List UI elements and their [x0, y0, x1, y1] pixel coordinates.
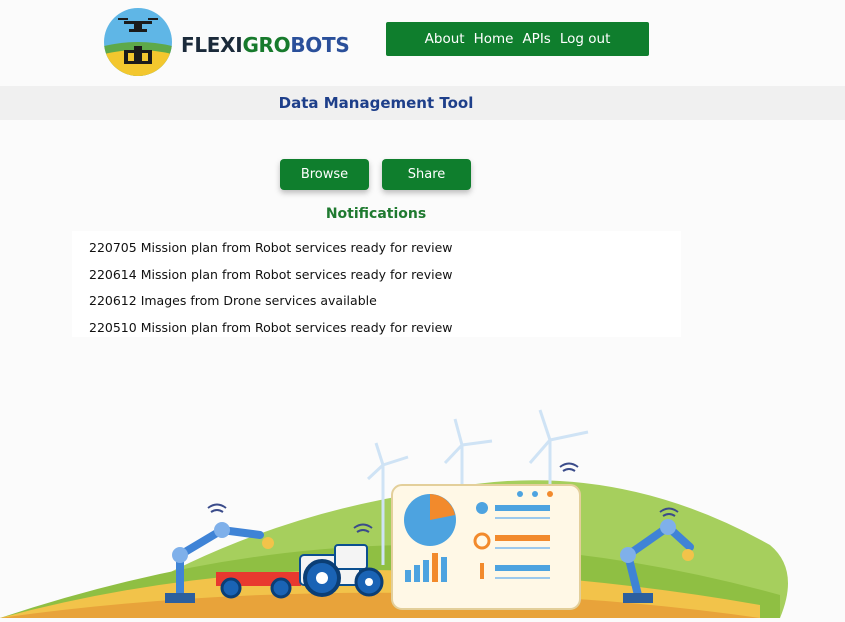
page-title: Data Management Tool — [278, 94, 474, 112]
notifications-list: 220705 Mission plan from Robot services … — [72, 231, 681, 341]
smart-farm-illustration — [0, 395, 845, 618]
brand-name: FLEXIGROBOTS — [181, 33, 350, 57]
nav-about-link[interactable]: About — [425, 31, 465, 47]
nav-logout-link[interactable]: Log out — [560, 31, 611, 47]
nav-home-link[interactable]: Home — [474, 31, 514, 47]
brand-part-flexi: FLEXI — [181, 33, 243, 57]
notifications-heading: Notifications — [325, 206, 427, 222]
brand-part-bots: BOTS — [290, 33, 350, 57]
notification-item: 220510 Mission plan from Robot services … — [89, 319, 453, 335]
nav-apis-link[interactable]: APIs — [522, 31, 550, 47]
notifications-panel: 220705 Mission plan from Robot services … — [72, 231, 681, 337]
notification-item: 220614 Mission plan from Robot services … — [89, 266, 453, 282]
drone-tractor-logo-icon[interactable] — [104, 8, 172, 76]
title-bar: Data Management Tool — [0, 86, 845, 120]
notification-item: 220705 Mission plan from Robot services … — [89, 240, 453, 255]
share-button[interactable]: Share — [382, 159, 471, 190]
notification-item: 220612 Images from Drone services availa… — [89, 293, 377, 308]
browse-button[interactable]: Browse — [280, 159, 369, 190]
brand-part-gro: GRO — [242, 33, 291, 57]
main-nav: About Home APIs Log out — [386, 22, 649, 56]
header: FLEXIGROBOTS About Home APIs Log out — [0, 0, 845, 86]
